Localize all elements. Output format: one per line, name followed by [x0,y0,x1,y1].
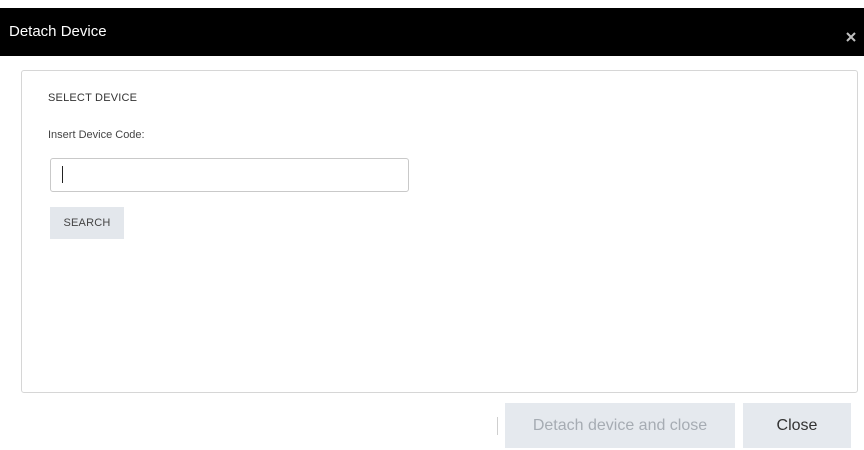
device-code-label: Insert Device Code: [48,129,145,141]
detach-device-dialog: Detach Device SELECT DEVICE Insert Devic… [0,0,864,450]
device-code-input[interactable] [50,158,409,192]
dialog-title: Detach Device [9,23,107,40]
footer-divider [497,417,498,435]
dialog-titlebar: Detach Device [0,8,864,56]
close-icon[interactable] [844,30,858,44]
close-icon-graphic [846,32,856,42]
search-button[interactable]: SEARCH [50,207,124,239]
select-device-panel: SELECT DEVICE Insert Device Code: SEARCH [21,70,858,393]
close-button[interactable]: Close [743,403,851,448]
text-caret [62,166,63,183]
section-title: SELECT DEVICE [48,92,138,104]
detach-device-and-close-button[interactable]: Detach device and close [505,403,735,448]
